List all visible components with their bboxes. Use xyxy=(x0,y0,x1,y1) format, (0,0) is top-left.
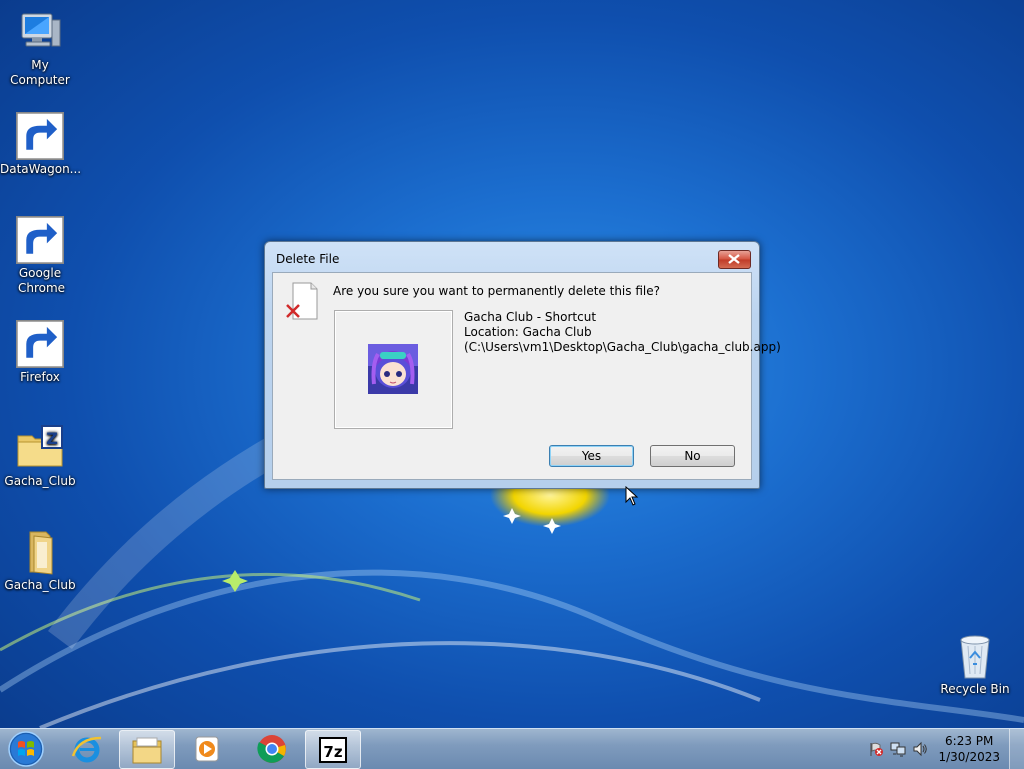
file-location: Location: Gacha Club xyxy=(464,325,592,339)
desktop-icon-my-computer[interactable]: My Computer xyxy=(0,8,80,88)
desktop-icon-label: Gacha_Club xyxy=(4,578,76,592)
taskbar-chrome[interactable] xyxy=(245,730,299,767)
computer-icon xyxy=(16,8,64,56)
taskbar-file-explorer[interactable] xyxy=(119,730,175,769)
taskbar-media-player[interactable] xyxy=(180,730,234,767)
delete-file-icon xyxy=(286,282,318,320)
start-button[interactable] xyxy=(4,730,48,768)
confirmation-question: Are you sure you want to permanently del… xyxy=(333,284,660,298)
no-button[interactable]: No xyxy=(650,445,735,467)
folder-icon xyxy=(16,528,64,576)
svg-text:Z: Z xyxy=(46,429,58,448)
firefox-icon xyxy=(16,320,64,368)
file-path: (C:\Users\vm1\Desktop\Gacha_Club\gacha_c… xyxy=(464,340,781,354)
clock-date: 1/30/2023 xyxy=(938,750,1000,764)
media-player-icon xyxy=(195,736,219,762)
taskbar-7zip[interactable]: 7z xyxy=(305,730,361,769)
desktop-icon-gacha-club-folder[interactable]: Gacha_Club xyxy=(0,528,80,593)
close-icon xyxy=(728,254,740,264)
show-desktop-button[interactable] xyxy=(1009,729,1024,769)
desktop-icon-recycle-bin[interactable]: Recycle Bin xyxy=(935,632,1015,697)
yes-button[interactable]: Yes xyxy=(549,445,634,467)
desktop-icon-label: Firefox xyxy=(20,370,60,384)
shortcut-arrow-icon xyxy=(16,112,64,160)
dialog-title: Delete File xyxy=(276,252,340,266)
recycle-bin-icon xyxy=(951,632,999,680)
chrome-icon xyxy=(257,735,286,763)
mouse-cursor-icon xyxy=(625,486,639,506)
desktop-icon-label: My Computer xyxy=(10,58,70,87)
svg-text:7z: 7z xyxy=(323,743,342,761)
close-button[interactable] xyxy=(718,250,751,269)
clock-time: 6:23 PM xyxy=(945,734,994,748)
chrome-icon xyxy=(16,216,64,264)
taskbar-internet-explorer[interactable] xyxy=(60,730,114,767)
desktop-icon-google-chrome[interactable]: Google Chrome xyxy=(0,216,80,296)
file-info: Gacha Club - Shortcut Location: Gacha Cl… xyxy=(464,310,781,355)
datawagon-icon xyxy=(16,112,64,160)
desktop-icon-label: Recycle Bin xyxy=(940,682,1010,696)
zip-folder-icon: Z xyxy=(16,424,64,472)
volume-icon[interactable] xyxy=(912,741,928,757)
system-tray: 6:23 PM 1/30/2023 xyxy=(854,729,1024,769)
file-name: Gacha Club - Shortcut xyxy=(464,310,597,324)
7zip-icon: 7z xyxy=(319,737,347,763)
shortcut-arrow-icon xyxy=(16,216,64,264)
desktop-icon-label: DataWagon... xyxy=(0,162,82,176)
shortcut-arrow-icon xyxy=(16,320,64,368)
file-explorer-icon xyxy=(132,737,162,764)
delete-file-dialog: Delete File Are you sure you want to per… xyxy=(264,241,781,489)
desktop-icon-datawagon[interactable]: DataWagon... xyxy=(0,112,82,177)
file-preview xyxy=(334,310,453,429)
gacha-club-app-icon xyxy=(368,344,418,394)
action-center-flag-icon[interactable] xyxy=(868,741,884,757)
desktop-icon-label: Google Chrome xyxy=(18,266,66,295)
internet-explorer-icon xyxy=(71,736,102,763)
system-clock[interactable]: 6:23 PM 1/30/2023 xyxy=(938,733,1000,765)
taskbar: 7z 6:23 PM 1/30/2023 xyxy=(0,728,1024,769)
desktop-icon-label: Gacha_Club xyxy=(4,474,76,488)
desktop-icon-firefox[interactable]: Firefox xyxy=(0,320,80,385)
network-icon[interactable] xyxy=(890,741,906,757)
dialog-body: Are you sure you want to permanently del… xyxy=(272,272,781,480)
desktop-icon-gacha-club-zip[interactable]: Z Gacha_Club xyxy=(0,424,80,489)
